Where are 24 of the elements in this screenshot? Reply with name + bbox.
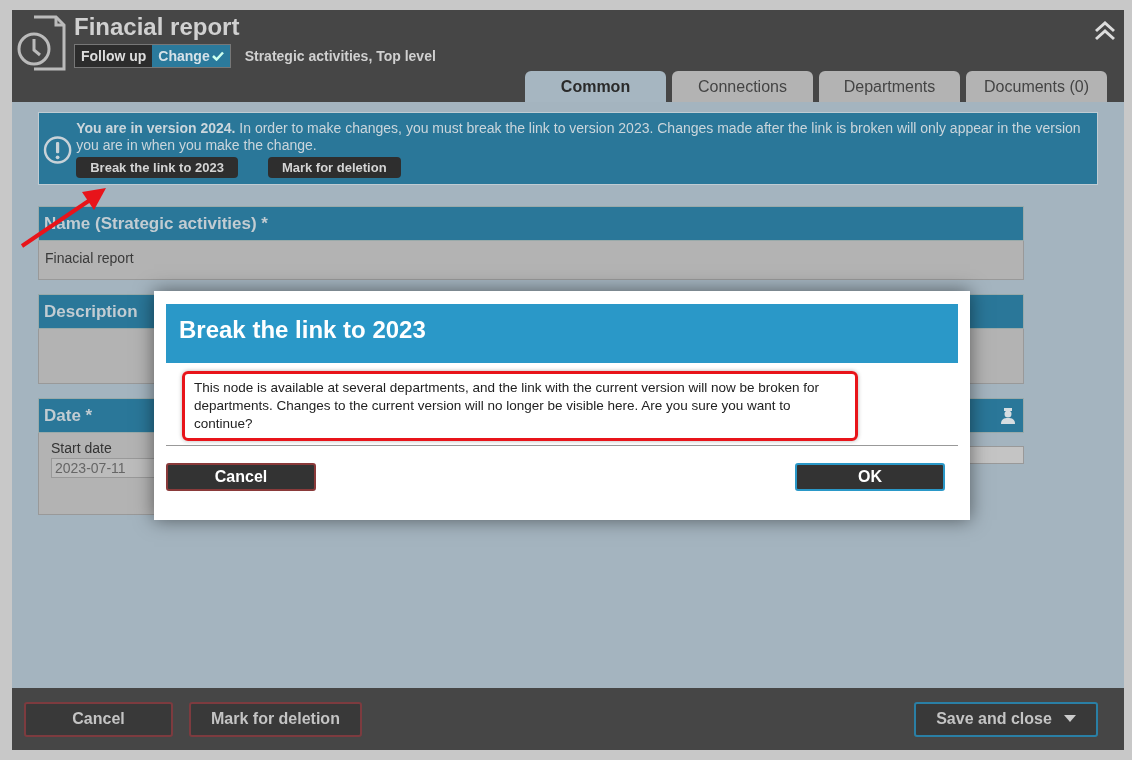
dialog-title: Break the link to 2023 (166, 304, 958, 363)
check-icon (211, 51, 224, 61)
mode-toggle[interactable]: Change (152, 45, 230, 67)
footer-button[interactable]: Mark for deletion (189, 701, 362, 737)
collapse-chevron-icon[interactable] (1094, 21, 1116, 41)
tab[interactable]: Departments (819, 71, 960, 102)
ok-button[interactable]: OK (795, 463, 945, 491)
person-icon (1001, 407, 1015, 424)
footer-button[interactable]: Cancel (24, 701, 173, 737)
document-clock-icon (16, 15, 66, 71)
name-field[interactable]: Finacial report (38, 241, 1024, 280)
notice-text: You are in version 2024. In order to make changes, you must break the link to version 2023. Changes made after the link is broken will only appear in the version you are in when you make the change. (76, 120, 1082, 154)
field-label: Start date (51, 440, 113, 456)
cancel-button[interactable]: Cancel (166, 463, 316, 491)
dialog-message: This node is available at several departments, and the link with the current version will now be broken for departments. Changes to the current version will no longer be visible here. Are you sure you want to continue? (182, 371, 858, 441)
tab[interactable]: Connections (672, 71, 813, 102)
window-title: Finacial report (74, 13, 241, 41)
notice-button[interactable]: Break the link to 2023 (76, 157, 238, 178)
notice-button[interactable]: Mark for deletion (267, 157, 401, 178)
footer-button[interactable]: Save and close (914, 701, 1098, 737)
mode-toggle[interactable]: Follow up (75, 45, 153, 67)
tab[interactable]: Common (525, 71, 666, 102)
breadcrumb: Strategic activities, Top level (244, 48, 436, 64)
tab[interactable]: Documents (0) (966, 71, 1107, 102)
